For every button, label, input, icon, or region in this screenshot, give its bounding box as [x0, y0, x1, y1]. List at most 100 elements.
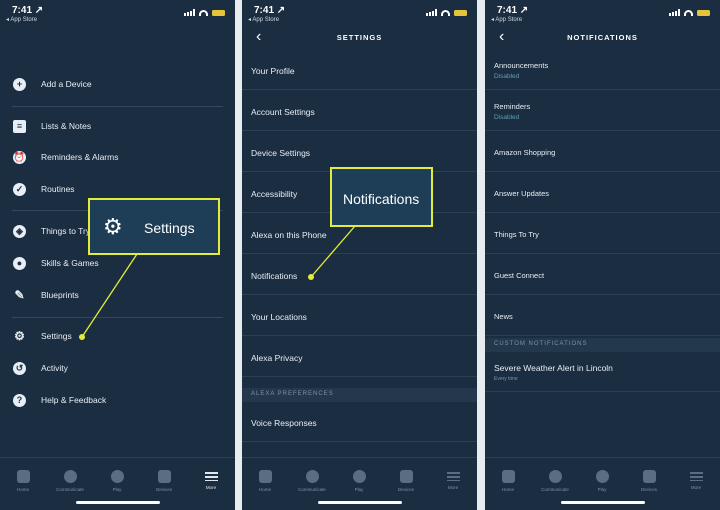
- tab-label: Home: [16, 487, 29, 492]
- back-to-app-store[interactable]: ◂ App Store: [491, 16, 522, 23]
- menu-item-blueprints[interactable]: ✎ Blueprints: [0, 285, 235, 309]
- tab-home[interactable]: Home: [8, 470, 38, 492]
- settings-row-your-locations[interactable]: Your Locations: [242, 296, 477, 336]
- tab-play[interactable]: Play: [587, 470, 617, 492]
- menu-item-skills-games[interactable]: ● Skills & Games: [0, 253, 235, 277]
- menu-item-reminders-alarms[interactable]: ⏰ Reminders & Alarms: [0, 147, 235, 171]
- play-icon: [595, 470, 609, 483]
- tab-communicate[interactable]: Communicate: [540, 470, 570, 492]
- status-bar: 7:41 ↗ ◂ App Store: [242, 5, 477, 25]
- tab-label: Communicate: [298, 487, 326, 492]
- tab-label: Devices: [640, 487, 657, 492]
- notification-row-answer-updates[interactable]: Answer Updates: [485, 173, 720, 213]
- tab-devices[interactable]: Devices: [149, 470, 179, 492]
- back-to-app-store[interactable]: ◂ App Store: [248, 16, 279, 23]
- menu-item-settings[interactable]: ⚙ Settings: [0, 326, 235, 350]
- tab-label: Devices: [155, 487, 172, 492]
- wifi-icon: [684, 9, 693, 16]
- tab-communicate[interactable]: Communicate: [297, 470, 327, 492]
- menu-item-add-device[interactable]: + Add a Device: [0, 74, 235, 98]
- notification-row-severe-weather[interactable]: Severe Weather Alert in Lincoln Every tim…: [485, 352, 720, 392]
- menu-label: Activity: [41, 363, 68, 373]
- settings-row-alexa-privacy[interactable]: Alexa Privacy: [242, 337, 477, 377]
- help-icon: ?: [13, 394, 26, 407]
- divider: [12, 317, 223, 318]
- menu-icon: [204, 472, 218, 481]
- menu-item-help-feedback[interactable]: ? Help & Feedback: [0, 390, 235, 414]
- row-label: Severe Weather Alert in Lincoln: [494, 363, 613, 373]
- section-header-alexa-preferences: ALEXA PREFERENCES: [242, 388, 477, 402]
- notification-row-announcements[interactable]: Announcements Disabled: [485, 50, 720, 90]
- tab-more[interactable]: More: [681, 470, 711, 490]
- status-time: 7:41 ↗: [12, 5, 44, 16]
- phone-screen-settings: 7:41 ↗ ◂ App Store ‹ SETTINGS Your Profi…: [242, 0, 477, 510]
- row-label: Device Settings: [251, 148, 311, 158]
- settings-row-voice-responses[interactable]: Voice Responses: [242, 402, 477, 442]
- nav-header: ‹ NOTIFICATIONS: [485, 28, 720, 48]
- tab-communicate[interactable]: Communicate: [55, 470, 85, 492]
- tab-label: Play: [597, 487, 607, 492]
- tab-label: Home: [258, 487, 271, 492]
- home-indicator: [560, 501, 645, 504]
- row-label: Voice Responses: [251, 418, 317, 428]
- tab-label: Communicate: [541, 487, 569, 492]
- menu-label: Settings: [41, 331, 72, 341]
- menu-label: Things to Try: [41, 226, 91, 236]
- tab-label: Play: [112, 487, 122, 492]
- status-bar: 7:41 ↗ ◂ App Store: [0, 5, 235, 25]
- tab-home[interactable]: Home: [493, 470, 523, 492]
- tab-devices[interactable]: Devices: [391, 470, 421, 492]
- settings-row-account-settings[interactable]: Account Settings: [242, 91, 477, 131]
- tab-devices[interactable]: Devices: [634, 470, 664, 492]
- row-status: Disabled: [494, 114, 520, 121]
- menu-label: Blueprints: [41, 290, 79, 300]
- tab-more[interactable]: More: [196, 470, 226, 490]
- notification-row-guest-connect[interactable]: Guest Connect: [485, 255, 720, 295]
- menu-item-lists-notes[interactable]: ≡ Lists & Notes: [0, 116, 235, 140]
- row-label: Announcements: [494, 61, 549, 70]
- battery-icon: [454, 9, 467, 16]
- history-icon: ↺: [13, 362, 26, 375]
- tab-play[interactable]: Play: [344, 470, 374, 492]
- row-label: Answer Updates: [494, 189, 550, 198]
- menu-item-activity[interactable]: ↺ Activity: [0, 358, 235, 382]
- settings-callout: ⚙ Settings: [88, 198, 220, 255]
- row-status: Disabled: [494, 73, 520, 80]
- menu-icon: [446, 472, 460, 481]
- menu-label: Help & Feedback: [41, 395, 107, 405]
- notification-row-amazon-shopping[interactable]: Amazon Shopping: [485, 132, 720, 172]
- tab-label: More: [205, 485, 217, 490]
- settings-row-your-profile[interactable]: Your Profile: [242, 50, 477, 90]
- divider: [12, 106, 223, 107]
- routines-icon: ✓: [13, 183, 26, 196]
- nav-header: ‹ SETTINGS: [242, 28, 477, 48]
- row-label: Alexa Privacy: [251, 353, 303, 363]
- row-label: Reminders: [494, 102, 531, 111]
- tab-play[interactable]: Play: [102, 470, 132, 492]
- menu-label: Add a Device: [41, 79, 92, 89]
- signal-icon: [669, 9, 680, 16]
- alarm-icon: ⏰: [13, 151, 26, 164]
- settings-row-notifications[interactable]: Notifications: [242, 255, 477, 295]
- chat-icon: [305, 470, 319, 483]
- section-label: ALEXA PREFERENCES: [251, 391, 334, 397]
- tab-more[interactable]: More: [438, 470, 468, 490]
- menu-label: Reminders & Alarms: [41, 152, 119, 162]
- settings-row-device-settings[interactable]: Device Settings: [242, 132, 477, 172]
- page-title: NOTIFICATIONS: [567, 33, 638, 42]
- menu-label: Routines: [41, 184, 75, 194]
- devices-icon: [642, 470, 656, 483]
- back-to-app-store[interactable]: ◂ App Store: [6, 16, 37, 23]
- phone-screen-notifications: 7:41 ↗ ◂ App Store ‹ NOTIFICATIONS Annou…: [485, 0, 720, 510]
- menu-label: Lists & Notes: [41, 121, 92, 131]
- skills-icon: ●: [13, 257, 26, 270]
- notification-row-reminders[interactable]: Reminders Disabled: [485, 91, 720, 131]
- notification-row-news[interactable]: News: [485, 296, 720, 336]
- list-icon: ≡: [13, 120, 26, 133]
- signal-icon: [184, 9, 195, 16]
- tab-home[interactable]: Home: [250, 470, 280, 492]
- tab-label: More: [690, 485, 702, 490]
- menu-label: Skills & Games: [41, 258, 99, 268]
- play-icon: [352, 470, 366, 483]
- notification-row-things-to-try[interactable]: Things To Try: [485, 214, 720, 254]
